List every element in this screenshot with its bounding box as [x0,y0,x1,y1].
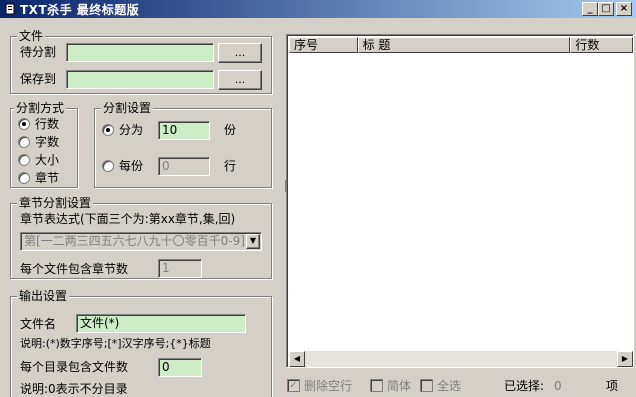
checkbox-icon[interactable] [420,379,433,392]
per-part-unit: 行 [224,159,237,173]
split-into-label[interactable]: 分为 [119,123,143,137]
radio-icon[interactable] [18,154,30,166]
result-list[interactable]: 序号 标 题 行数 ◀ ▶ [286,34,634,368]
source-label: 待分割 [20,45,57,59]
simplified-label[interactable]: 简体 [387,379,411,393]
dir-note: 说明:0表示不分目录 [20,382,128,396]
close-button[interactable]: × [616,2,632,16]
split-mode-chars[interactable]: 字数 [35,135,59,149]
radio-icon[interactable] [102,160,114,172]
list-header: 序号 标 题 行数 [289,37,633,53]
per-part-label[interactable]: 每份 [119,159,143,173]
chapter-expr-select[interactable]: 第[一二两三四五六七八九十〇零百千0-9] [20,232,262,251]
radio-icon[interactable] [18,136,30,148]
column-lines[interactable]: 行数 [570,37,633,53]
chapters-per-file-input[interactable]: 1 [158,259,202,278]
selected-count: 0 [554,379,562,393]
arrow-right-icon[interactable]: ▶ [617,351,633,367]
split-count-unit: 份 [224,123,237,137]
radio-icon[interactable] [18,118,30,130]
output-settings-title: 输出设置 [17,289,70,303]
chapter-expr-value: 第[一二两三四五六七八九十〇零百千0-9] [24,234,245,248]
browse-source-button[interactable]: ... [218,43,262,63]
filename-input[interactable]: 文件(*) [76,314,246,333]
split-settings-title: 分割设置 [101,101,154,115]
window-title: TXT杀手 最终标题版 [20,3,140,17]
split-mode-lines[interactable]: 行数 [35,117,59,131]
source-file-input[interactable] [66,43,214,62]
split-mode-title: 分割方式 [14,101,67,115]
arrow-left-icon[interactable]: ◀ [289,351,305,367]
selected-label: 已选择: [504,379,545,393]
column-index[interactable]: 序号 [289,37,358,53]
filename-label: 文件名 [20,317,57,331]
per-part-input[interactable]: 0 [158,157,210,176]
radio-icon[interactable] [102,124,114,136]
split-mode-chapter[interactable]: 章节 [35,171,59,185]
dest-folder-input[interactable] [66,70,214,89]
files-per-dir-label: 每个目录包含文件数 [20,360,129,374]
chapters-per-file-label: 每个文件包含章节数 [20,262,129,276]
chevron-down-icon[interactable]: ▼ [246,234,260,249]
horizontal-scrollbar[interactable]: ◀ ▶ [289,351,633,367]
file-group-title: 文件 [17,29,46,43]
title-bar: TXT杀手 最终标题版 _ □ × [0,0,636,18]
split-mode-size[interactable]: 大小 [35,153,59,167]
dest-label: 保存到 [20,72,57,86]
split-count-input[interactable]: 10 [158,121,210,140]
chapter-settings-title: 章节分割设置 [17,196,94,210]
minimize-button[interactable]: _ [582,2,598,16]
chapter-expr-label: 章节表达式(下面三个为:第xx章节,集,回) [20,212,236,226]
select-all-label[interactable]: 全选 [437,379,461,393]
items-unit-label: 项 [606,379,619,393]
split-settings-group: 分割设置 [94,101,272,188]
maximize-button[interactable]: □ [598,2,614,16]
column-title[interactable]: 标 题 [357,37,571,53]
filename-note: 说明:(*)数字序号;[*]汉字序号;{*}标题 [20,337,211,350]
radio-icon[interactable] [18,172,30,184]
files-per-dir-input[interactable]: 0 [158,358,202,377]
browse-dest-button[interactable]: ... [218,70,262,90]
delete-blank-lines-label[interactable]: 删除空行 [304,379,352,393]
checkbox-icon[interactable] [370,379,383,392]
app-icon[interactable] [3,2,17,16]
checkbox-icon[interactable]: ✓ [287,379,300,392]
